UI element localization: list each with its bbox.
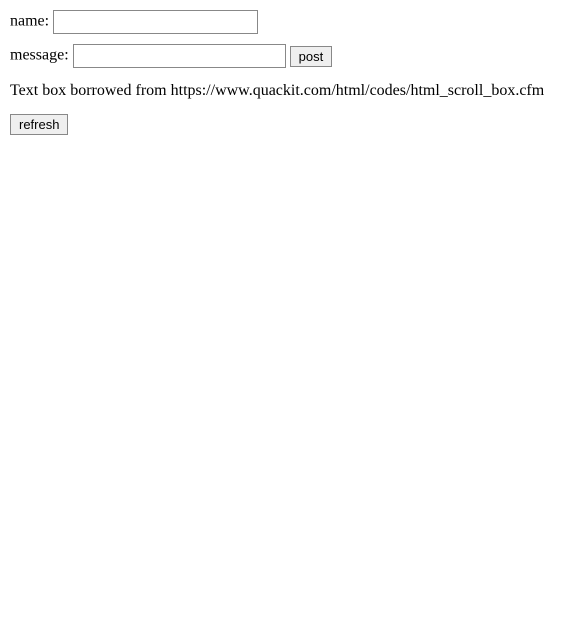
name-label: name: [10, 13, 49, 30]
credit-text: Text box borrowed from https://www.quack… [10, 82, 573, 100]
message-input[interactable] [73, 44, 286, 68]
scroll-box[interactable] [10, 145, 490, 605]
refresh-button[interactable]: refresh [10, 114, 68, 135]
message-label: message: [10, 47, 69, 64]
post-button[interactable]: post [290, 46, 333, 67]
name-input[interactable] [53, 10, 258, 34]
